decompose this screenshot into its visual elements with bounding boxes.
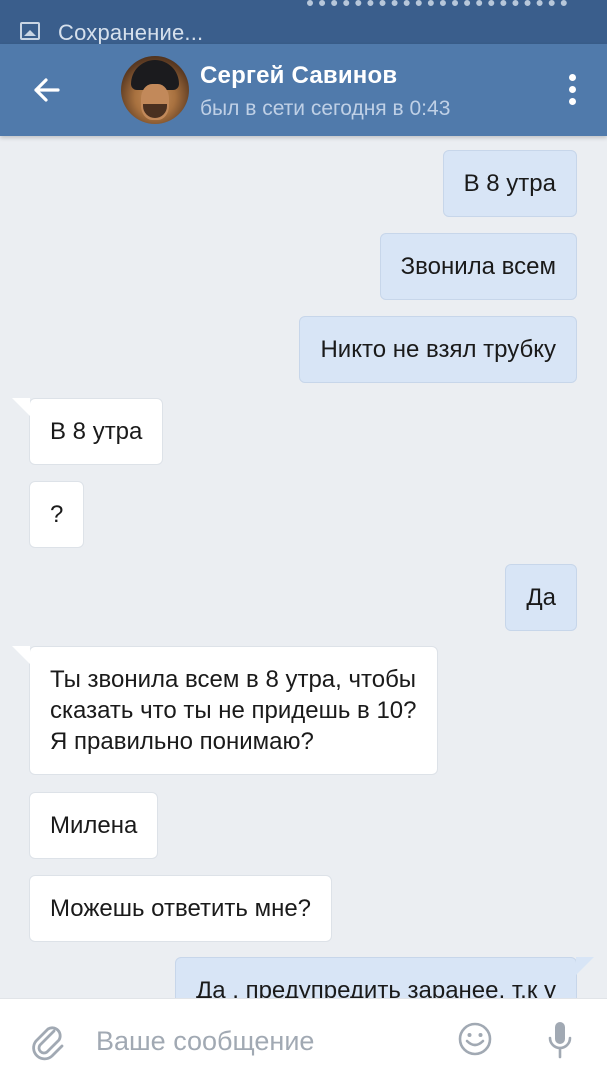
message-text-line: Я правильно понимаю?	[50, 728, 314, 755]
message-bubble-outgoing[interactable]: Да , предупредить заранее, т.к у	[174, 957, 595, 998]
message-bubble-outgoing[interactable]: Никто не взял трубку	[299, 316, 577, 383]
message-text: Да , предупредить заранее, т.к у	[195, 977, 556, 998]
status-bar: Сохранение...	[0, 0, 607, 45]
message-bubble-incoming[interactable]: ?	[29, 481, 85, 548]
avatar[interactable]	[121, 56, 189, 124]
message-input[interactable]	[96, 1021, 436, 1061]
message-bubble-incoming[interactable]: В 8 утра	[11, 398, 164, 465]
message-text: ?	[50, 501, 64, 528]
message-text: В 8 утра	[463, 170, 556, 197]
message-bubble-outgoing[interactable]: Да	[505, 564, 577, 631]
message-text-line: сказать что ты не придешь в 10?	[50, 697, 417, 724]
more-vertical-icon[interactable]	[567, 74, 577, 108]
contact-status: был в сети сегодня в 0:43	[200, 97, 451, 120]
image-icon	[20, 22, 40, 40]
message-text: Звонила всем	[400, 253, 556, 280]
message-text: Можешь ответить мне?	[50, 895, 312, 922]
message-bubble-incoming[interactable]: Можешь ответить мне?	[29, 875, 333, 942]
message-text: Никто не взял трубку	[320, 336, 556, 363]
status-text: Сохранение...	[58, 20, 204, 45]
message-bubble-outgoing[interactable]: В 8 утра	[442, 150, 577, 217]
paperclip-icon[interactable]	[30, 1021, 66, 1061]
message-text: Да	[526, 584, 556, 611]
contact-name[interactable]: Сергей Савинов	[200, 62, 397, 90]
microphone-icon[interactable]	[545, 1019, 575, 1061]
chat-header: Сергей Савинов был в сети сегодня в 0:43	[0, 44, 607, 136]
status-icons	[307, 0, 567, 10]
arrow-left-icon[interactable]	[28, 70, 68, 110]
message-list[interactable]: В 8 утра Звонила всем Никто не взял труб…	[0, 136, 607, 998]
message-bubble-incoming[interactable]: Милена	[29, 792, 159, 859]
message-bubble-outgoing[interactable]: Звонила всем	[379, 233, 577, 300]
message-text: Милена	[50, 812, 138, 839]
message-bubble-incoming[interactable]: Ты звонила всем в 8 утра, чтобы сказать …	[12, 646, 438, 775]
message-text-line: Ты звонила всем в 8 утра, чтобы	[50, 666, 417, 693]
message-input-bar	[0, 998, 607, 1080]
message-text: В 8 утра	[50, 418, 143, 445]
smiley-icon[interactable]	[457, 1021, 493, 1057]
